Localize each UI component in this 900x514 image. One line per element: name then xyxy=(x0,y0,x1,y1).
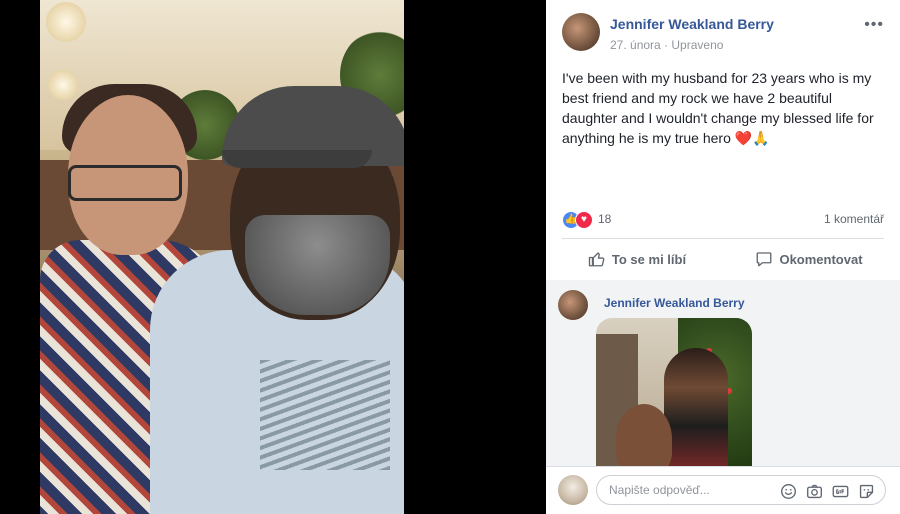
comments-section: Jennifer Weakland Berry xyxy=(546,280,900,468)
photo-viewer xyxy=(0,0,546,514)
post-photo[interactable] xyxy=(40,0,404,514)
comment-composer xyxy=(546,466,900,514)
like-label: To se mi líbí xyxy=(611,251,687,267)
thumbs-up-icon xyxy=(588,252,605,267)
comment-photo-person xyxy=(616,404,672,468)
photo-lamp xyxy=(48,70,78,100)
photo-cap-brim xyxy=(222,150,372,168)
like-button[interactable]: To se mi líbí xyxy=(562,242,712,276)
photo-lamp xyxy=(46,2,86,42)
comment-author-link[interactable]: Jennifer Weakland Berry xyxy=(604,296,745,310)
comment-photo-person xyxy=(664,348,728,468)
post-emoji: ❤️🙏 xyxy=(734,130,770,146)
love-reaction-icon: ♥ xyxy=(575,211,593,229)
viewer-avatar xyxy=(558,475,588,505)
reaction-count[interactable]: 18 xyxy=(598,212,611,226)
comment-button[interactable]: Okomentovat xyxy=(734,242,884,276)
comment-icon xyxy=(757,252,772,267)
photo-glasses xyxy=(68,165,182,201)
post-text-body: I've been with my husband for 23 years w… xyxy=(562,70,874,146)
reaction-icons[interactable]: 👍 ♥ xyxy=(562,211,598,229)
post-date-link[interactable]: 27. února xyxy=(610,38,661,52)
more-options-icon[interactable]: ••• xyxy=(864,16,884,34)
composer-tools xyxy=(780,482,882,500)
comment-label: Okomentovat xyxy=(779,251,863,267)
sticker-icon[interactable] xyxy=(858,483,875,500)
edited-label[interactable]: Upraveno xyxy=(671,38,723,52)
comment-author-avatar[interactable] xyxy=(558,290,588,320)
post-header: Jennifer Weakland Berry 27. února · Upra… xyxy=(562,12,888,56)
author-avatar[interactable] xyxy=(562,13,600,51)
meta-separator: · xyxy=(660,38,672,52)
camera-icon[interactable] xyxy=(806,483,823,500)
author-name-link[interactable]: Jennifer Weakland Berry xyxy=(610,16,774,32)
post-actions: To se mi líbí Okomentovat xyxy=(562,242,884,276)
gif-icon[interactable] xyxy=(832,483,849,500)
comment-count-link[interactable]: 1 komentář xyxy=(824,212,884,226)
divider xyxy=(562,238,884,239)
post-text: I've been with my husband for 23 years w… xyxy=(562,68,882,148)
photo-beard xyxy=(245,215,390,315)
post-meta: 27. února · Upraveno xyxy=(610,38,723,52)
reactions-summary: 👍 ♥ 18 1 komentář xyxy=(562,210,884,230)
post-side-panel: Jennifer Weakland Berry 27. února · Upra… xyxy=(546,0,900,514)
comment-photo[interactable] xyxy=(596,318,752,468)
photo-shirt-print xyxy=(260,360,390,470)
emoji-icon[interactable] xyxy=(780,483,797,500)
